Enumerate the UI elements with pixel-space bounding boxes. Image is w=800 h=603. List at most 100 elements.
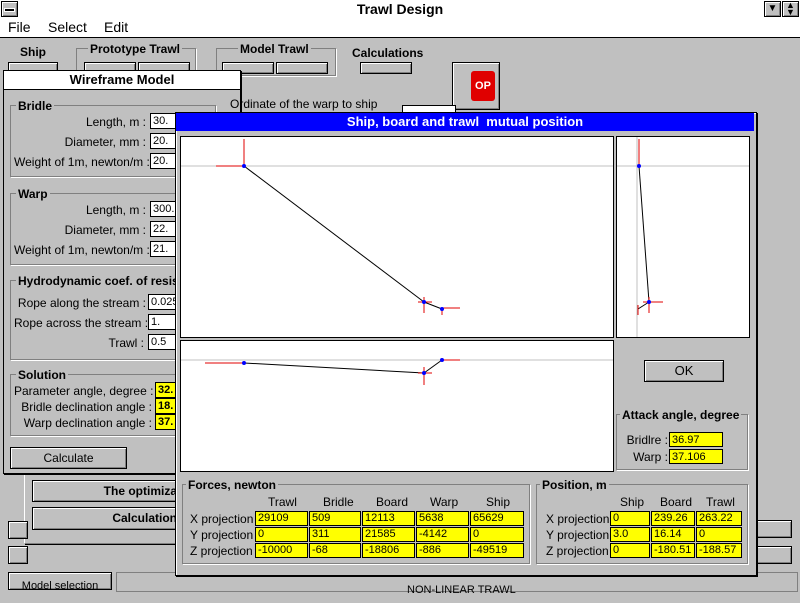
position-row-y-label: Y projection	[546, 528, 610, 542]
app-title: Trawl Design	[356, 1, 444, 17]
forces-x-board: 12113	[362, 511, 415, 526]
bridle-diameter-label: Diameter, mm :	[64, 135, 146, 149]
forces-x-trawl: 29109	[255, 511, 308, 526]
minimize-button[interactable]: ▼	[764, 1, 781, 17]
toolbar-calc-label: Calculations	[352, 46, 424, 60]
side-view-board-node	[422, 300, 426, 304]
attack-bridle-label: Bridlre :	[626, 433, 668, 447]
top-view-bridle-line	[423, 359, 443, 374]
position-y-board: 16.14	[651, 527, 695, 542]
menu-edit[interactable]: Edit	[104, 19, 128, 35]
warp-group-title: Warp	[16, 187, 50, 201]
forces-y-board: 21585	[362, 527, 415, 542]
toolbar-prototype-label: Prototype Trawl	[88, 42, 183, 56]
forces-z-ship: -49519	[470, 543, 524, 558]
forces-z-bridle: -68	[309, 543, 361, 558]
top-view-warp-line	[243, 362, 425, 374]
rope-across-field[interactable]: 1.	[148, 314, 178, 330]
warp-diameter-label: Diameter, mm :	[64, 223, 146, 237]
top-view-svg	[181, 358, 613, 385]
top-view-ship-node	[242, 361, 246, 365]
parameter-angle-label: Parameter angle, degree :	[14, 384, 154, 398]
solution-group-title: Solution	[16, 368, 68, 382]
forces-y-ship: 0	[470, 527, 524, 542]
front-view-ship-node	[637, 164, 641, 168]
app-title-bar: Trawl Design ▼ ▲ ▼	[0, 0, 800, 19]
wireframe-title-bar: Wireframe Model	[4, 71, 240, 90]
side-view-plot	[180, 136, 614, 338]
side-view-svg	[181, 139, 613, 315]
position-row-x-label: X projection	[546, 512, 610, 526]
trawl-coef-label: Trawl :	[108, 336, 144, 350]
position-z-trawl: -188.57	[696, 543, 742, 558]
attack-warp-field: 37.106	[669, 449, 723, 464]
menu-select[interactable]: Select	[48, 19, 87, 35]
position-row-z-label: Z projection	[546, 544, 609, 558]
trawl-coef-field[interactable]: 0.5	[148, 334, 178, 350]
ordinate-label: Ordinate of the warp to ship	[230, 97, 378, 111]
menu-bar: File Select Edit	[0, 18, 800, 38]
warp-length-label: Length, m :	[85, 203, 146, 217]
side-view-trawl-node	[440, 307, 444, 311]
forces-y-bridle: 311	[309, 527, 361, 542]
calculation-button[interactable]: Calculation	[32, 507, 182, 530]
attack-warp-label: Warp :	[633, 450, 668, 464]
side-view-bridle-line	[423, 301, 443, 310]
bridle-group-title: Bridle	[16, 99, 55, 113]
forces-header-ship: Ship	[486, 495, 511, 509]
rope-across-label: Rope across the stream :	[14, 316, 149, 330]
restore-button[interactable]: ▲ ▼	[782, 1, 799, 17]
toolbar-ship-label: Ship	[20, 45, 46, 59]
attack-angle-title: Attack angle, degree	[620, 408, 742, 422]
rope-along-label: Rope along the stream :	[17, 296, 146, 310]
optimization-button[interactable]: The optimiza	[32, 480, 182, 502]
front-view-warp-line	[638, 165, 650, 303]
position-dialog-title-bar: Ship, board and trawl mutual position	[176, 113, 754, 131]
top-view-plot	[180, 340, 614, 472]
stop-button[interactable]: OP	[452, 62, 500, 110]
warp-declination-label: Warp declination angle :	[23, 416, 152, 430]
calculate-button[interactable]: Calculate	[10, 447, 127, 469]
position-header-ship: Ship	[620, 495, 645, 509]
forces-x-bridle: 509	[309, 511, 361, 526]
forces-header-board: Board	[376, 495, 409, 509]
top-view-trawl-node	[440, 358, 444, 362]
bridle-declination-label: Bridle declination angle :	[21, 400, 152, 414]
forces-header-bridle: Bridle	[323, 495, 354, 509]
attack-bridle-field: 36.97	[669, 432, 723, 447]
hydro-group-title: Hydrodynamic coef. of resis	[16, 274, 181, 288]
wireframe-title: Wireframe Model	[69, 72, 175, 87]
stop-sign-icon: OP	[471, 71, 495, 101]
right-button-1[interactable]	[756, 520, 792, 538]
forces-header-warp: Warp	[430, 495, 459, 509]
position-z-board: -180.51	[651, 543, 695, 558]
warp-weight-label: Weight of 1m, newton/m :	[14, 243, 150, 257]
rope-along-field[interactable]: 0.025	[148, 294, 178, 310]
model-selection-button[interactable]: Model selection	[8, 572, 112, 590]
forces-x-warp: 5638	[416, 511, 469, 526]
forces-row-z-label: Z projection	[190, 544, 253, 558]
model-button-2[interactable]	[276, 62, 328, 74]
forces-y-trawl: 0	[255, 527, 308, 542]
bridle-weight-label: Weight of 1m, newton/m :	[14, 155, 150, 169]
side-view-ship-node	[242, 164, 246, 168]
side-view-warp-line	[243, 165, 425, 303]
status-text: NON-LINEAR TRAWL	[407, 584, 516, 596]
forces-z-warp: -886	[416, 543, 469, 558]
menu-file[interactable]: File	[8, 19, 31, 35]
position-dialog-title: Ship, board and trawl mutual position	[346, 114, 584, 129]
position-x-ship: 0	[610, 511, 650, 526]
forces-row-y-label: Y projection	[190, 528, 254, 542]
top-view-board-node	[422, 371, 426, 375]
front-view-plot	[616, 136, 750, 338]
position-x-trawl: 263.22	[696, 511, 742, 526]
bottom-button-1[interactable]	[8, 521, 28, 539]
position-title: Position, m	[540, 478, 609, 492]
right-button-2[interactable]	[756, 546, 792, 564]
position-x-board: 239.26	[651, 511, 695, 526]
calc-button[interactable]	[360, 62, 412, 74]
ok-button[interactable]: OK	[644, 360, 724, 382]
bottom-button-2[interactable]	[8, 546, 28, 564]
bridle-length-label: Length, m :	[85, 115, 146, 129]
forces-title: Forces, newton	[186, 478, 279, 492]
